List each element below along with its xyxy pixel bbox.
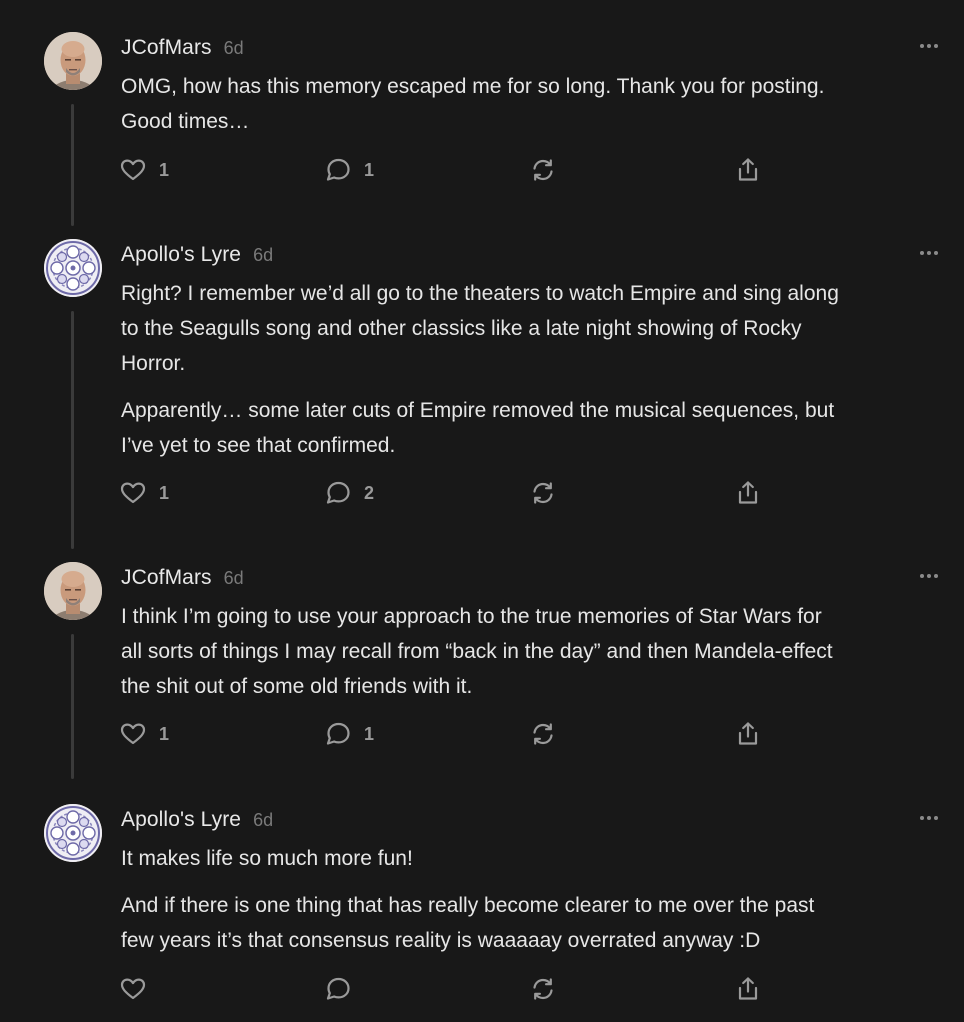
like-count: 1 [159, 482, 170, 503]
comment-actions: 1 1 [119, 156, 779, 184]
heart-icon [119, 156, 147, 184]
comment-body: I think I’m going to use your approach t… [121, 599, 941, 704]
restack-button[interactable] [529, 720, 557, 748]
like-count: 1 [159, 159, 170, 180]
comment-age[interactable]: 6d [253, 245, 273, 266]
more-options-button[interactable] [914, 566, 944, 586]
comment-actions [119, 975, 779, 1003]
comment: JCofMars 6d OMG, how has this memory esc… [0, 32, 964, 232]
reply-count: 2 [364, 482, 375, 503]
comment-header: Apollo's Lyre 6d [121, 243, 273, 273]
restack-icon [529, 975, 557, 1003]
like-button[interactable]: 1 [119, 720, 169, 748]
like-button[interactable]: 1 [119, 156, 169, 184]
reply-count: 1 [364, 159, 375, 180]
ellipsis-icon [914, 808, 944, 828]
restack-icon [529, 720, 557, 748]
like-button[interactable] [119, 975, 159, 1003]
reply-button[interactable] [324, 975, 364, 1003]
comment-age[interactable]: 6d [224, 568, 244, 589]
speech-bubble-icon [324, 156, 352, 184]
speech-bubble-icon [324, 479, 352, 507]
speech-bubble-icon [324, 975, 352, 1003]
author-name[interactable]: JCofMars [121, 36, 212, 60]
comment: JCofMars 6d I think I’m going to use you… [0, 562, 964, 782]
comment-text: Right? I remember we’d all go to the the… [121, 282, 839, 375]
author-name[interactable]: Apollo's Lyre [121, 808, 241, 832]
share-icon [734, 720, 762, 748]
ellipsis-icon [914, 36, 944, 56]
bald-man-avatar[interactable] [44, 562, 102, 620]
comment-age[interactable]: 6d [224, 38, 244, 59]
share-icon [734, 479, 762, 507]
comment-text: Apparently… some later cuts of Empire re… [121, 399, 835, 457]
share-icon [734, 975, 762, 1003]
reply-count: 1 [364, 723, 375, 744]
restack-button[interactable] [529, 975, 557, 1003]
reply-button[interactable]: 1 [324, 720, 374, 748]
comment-text: And if there is one thing that has reall… [121, 894, 815, 952]
mandala-avatar[interactable] [44, 804, 102, 862]
comment-body: OMG, how has this memory escaped me for … [121, 69, 941, 139]
author-name[interactable]: Apollo's Lyre [121, 243, 241, 267]
like-button[interactable]: 1 [119, 479, 169, 507]
share-button[interactable] [734, 720, 762, 748]
more-options-button[interactable] [914, 808, 944, 828]
bald-man-avatar[interactable] [44, 32, 102, 90]
restack-button[interactable] [529, 479, 557, 507]
comment-actions: 1 2 [119, 479, 779, 507]
restack-icon [529, 479, 557, 507]
heart-icon [119, 720, 147, 748]
like-count: 1 [159, 723, 170, 744]
reply-button[interactable]: 2 [324, 479, 374, 507]
comment-text: OMG, how has this memory escaped me for … [121, 75, 825, 133]
thread-line [71, 634, 74, 779]
comment: Apollo's Lyre 6d Right? I remember we’d … [0, 239, 964, 559]
comment-age[interactable]: 6d [253, 810, 273, 831]
restack-button[interactable] [529, 156, 557, 184]
comment-actions: 1 1 [119, 720, 779, 748]
more-options-button[interactable] [914, 36, 944, 56]
thread-line [71, 311, 74, 549]
ellipsis-icon [914, 566, 944, 586]
restack-icon [529, 156, 557, 184]
comment: Apollo's Lyre 6d It makes life so much m… [0, 804, 964, 1014]
share-button[interactable] [734, 975, 762, 1003]
comment-body: It makes life so much more fun! And if t… [121, 841, 941, 958]
heart-icon [119, 975, 147, 1003]
share-icon [734, 156, 762, 184]
share-button[interactable] [734, 156, 762, 184]
heart-icon [119, 479, 147, 507]
comment-header: JCofMars 6d [121, 566, 244, 596]
thread-line [71, 104, 74, 226]
speech-bubble-icon [324, 720, 352, 748]
comment-text: It makes life so much more fun! [121, 847, 413, 870]
author-name[interactable]: JCofMars [121, 566, 212, 590]
ellipsis-icon [914, 243, 944, 263]
more-options-button[interactable] [914, 243, 944, 263]
comment-thread: JCofMars 6d OMG, how has this memory esc… [0, 0, 964, 1022]
comment-text: I think I’m going to use your approach t… [121, 605, 833, 698]
share-button[interactable] [734, 479, 762, 507]
comment-header: JCofMars 6d [121, 36, 244, 66]
mandala-avatar[interactable] [44, 239, 102, 297]
reply-button[interactable]: 1 [324, 156, 374, 184]
comment-body: Right? I remember we’d all go to the the… [121, 276, 941, 463]
comment-header: Apollo's Lyre 6d [121, 808, 273, 838]
